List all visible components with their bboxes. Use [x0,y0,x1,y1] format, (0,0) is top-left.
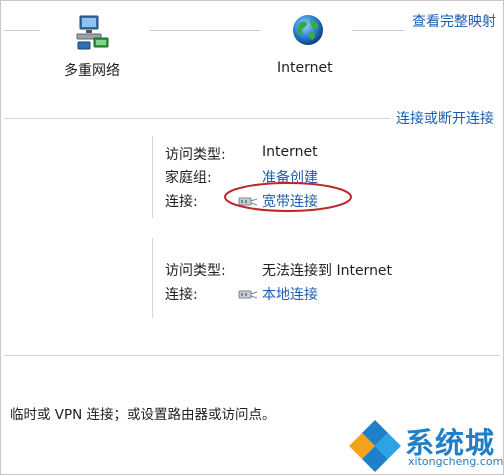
local-connection-link[interactable]: 本地连接 [262,284,318,304]
network2-divider [152,238,153,318]
map-line-right [352,30,404,31]
multiple-networks-icon [74,12,114,52]
network2-access-type-label: 访问类型: [165,263,226,279]
watermark-domain: xitongcheng.com [408,455,504,468]
highlight-ellipse [222,180,354,218]
xitongcheng-logo-icon [348,418,402,476]
map-line-left [4,30,40,31]
map-line-middle [150,30,260,31]
network1-divider [152,136,153,218]
network1-connections-label: 连接: [165,194,198,210]
change-settings-separator [4,355,500,356]
setup-connection-description: 临时或 VPN 连接；或设置路由器或访问点。 [10,407,276,423]
internet-globe-icon [290,12,326,48]
local-connection-icon [238,286,258,305]
connect-or-disconnect-link[interactable]: 连接或断开连接 [396,108,494,128]
network2-connections-label: 连接: [165,287,198,303]
active-networks-separator [4,118,390,119]
network1-access-type-value: Internet [262,144,318,160]
map-node-internet: Internet [277,60,333,76]
network1-homegroup-label: 家庭组: [165,170,212,186]
map-node-multiple-networks: 多重网络 [64,63,120,79]
network1-access-type-label: 访问类型: [165,147,226,163]
network2-access-type-value: 无法连接到 Internet [262,263,393,279]
view-full-map-link[interactable]: 查看完整映射 [412,11,496,31]
